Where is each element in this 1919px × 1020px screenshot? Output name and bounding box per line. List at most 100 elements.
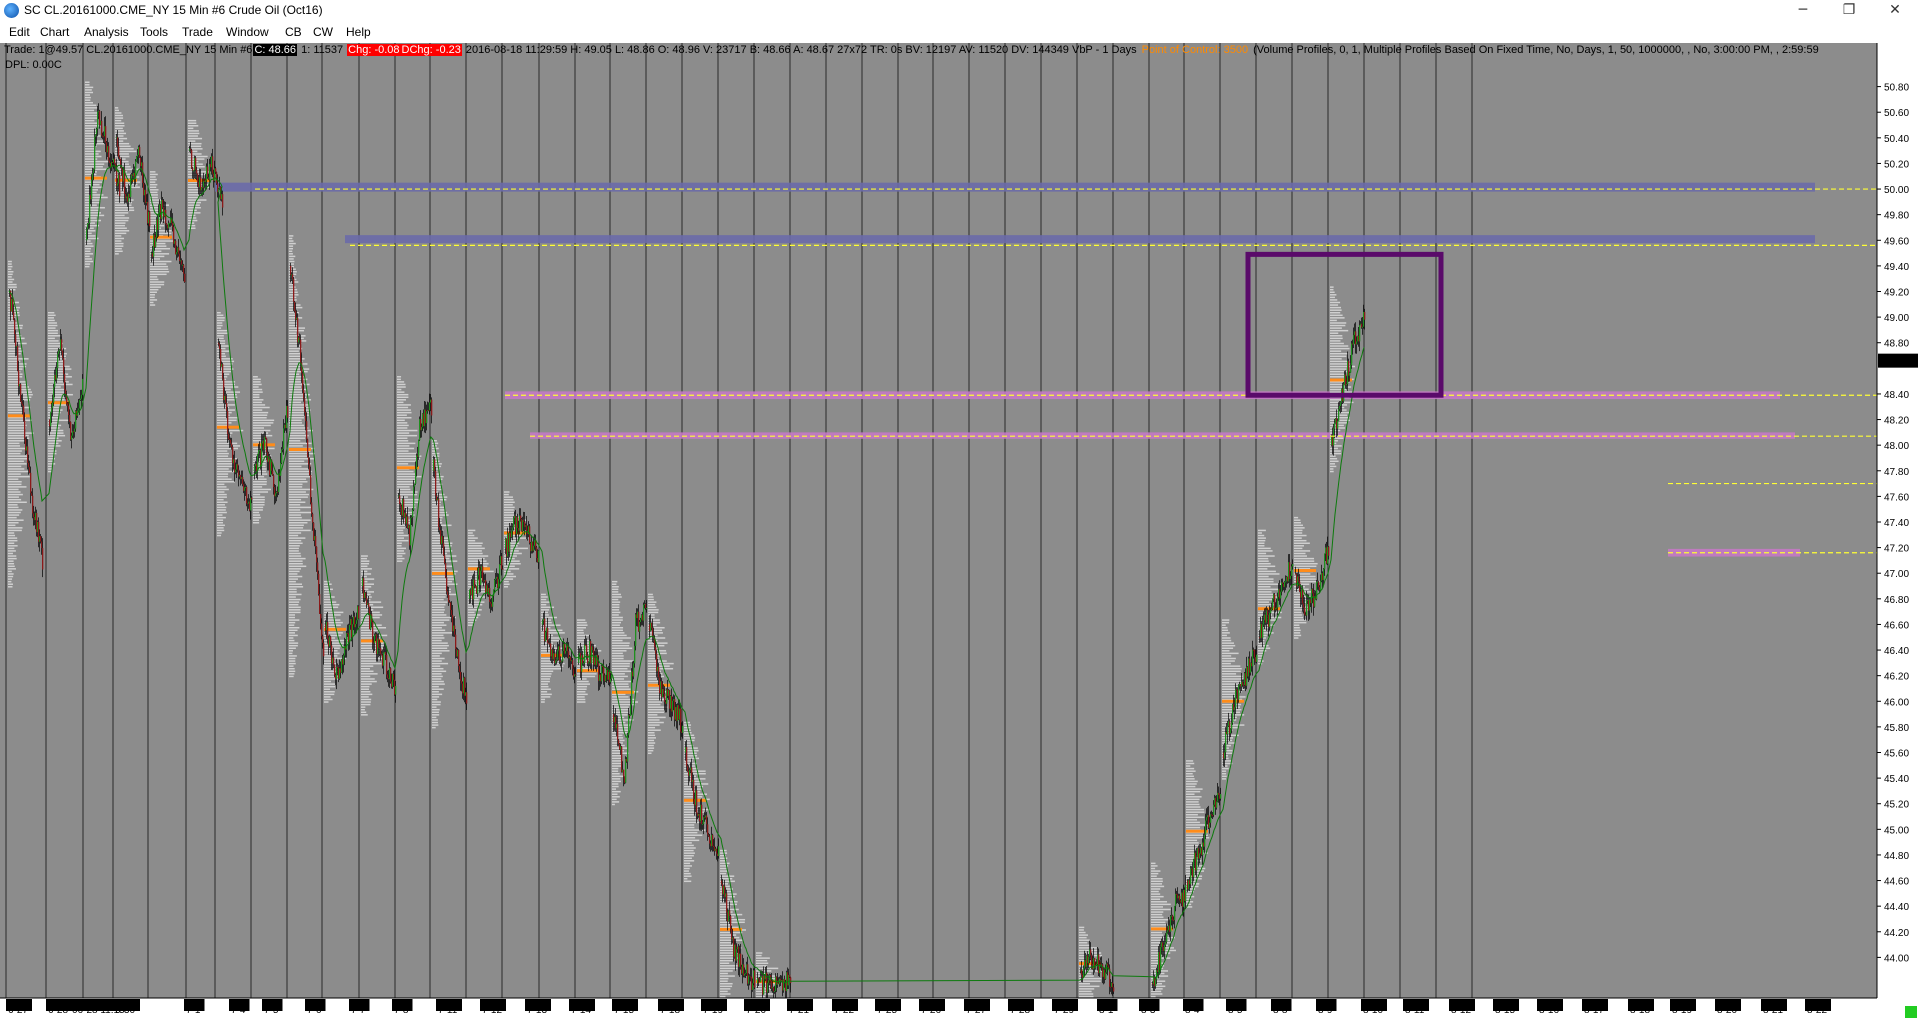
candle-body	[411, 517, 413, 519]
candle-body	[1230, 729, 1232, 734]
volume-profile-bar	[1222, 660, 1235, 662]
volume-profile-bar	[217, 519, 224, 521]
volume-profile-bar	[324, 609, 333, 611]
volume-profile-bar	[289, 473, 312, 475]
candle-body	[696, 790, 698, 814]
volume-profile-bar	[115, 253, 119, 255]
volume-profile-bar	[150, 268, 169, 270]
volume-profile-bar	[217, 317, 225, 319]
price-chart[interactable]: 50.8050.6050.4050.2050.0049.8049.6049.40…	[0, 43, 1919, 1020]
volume-profile-bar	[684, 872, 691, 875]
candle-body	[730, 916, 732, 929]
volume-profile-bar	[468, 547, 485, 550]
menu-cb[interactable]: CB	[285, 25, 302, 39]
candle-body	[316, 546, 318, 563]
candle-body	[273, 475, 275, 488]
candle-body	[701, 804, 703, 825]
volume-profile-bar	[612, 688, 631, 690]
candle-body	[523, 520, 525, 522]
candle-body	[758, 977, 760, 980]
volume-profile-bar	[8, 529, 22, 532]
volume-profile-bar	[612, 778, 621, 780]
candle-body	[429, 402, 431, 411]
volume-profile-bar	[48, 319, 55, 322]
volume-profile-bar	[468, 552, 483, 555]
volume-profile-bar	[8, 501, 27, 504]
menu-trade[interactable]: Trade	[182, 25, 213, 39]
volume-profile-bar	[289, 455, 310, 457]
volume-profile-bar	[1258, 580, 1274, 583]
date-tick-label: 7-6	[307, 1005, 322, 1016]
menu-cw[interactable]: CW	[313, 25, 333, 39]
volume-profile-bar	[48, 460, 53, 463]
volume-profile-bar	[361, 708, 365, 711]
candle-body	[444, 555, 446, 564]
candle-body	[281, 449, 283, 463]
volume-profile-bar	[150, 281, 165, 283]
price-tick-label: 44.80	[1884, 851, 1909, 862]
volume-profile-bar	[253, 411, 269, 414]
volume-profile-bar	[1330, 452, 1342, 455]
volume-profile-bar	[253, 463, 266, 465]
volume-profile-bar	[541, 614, 549, 616]
price-tick-label: 49.00	[1884, 313, 1909, 324]
volume-profile-bar	[432, 647, 448, 649]
volume-profile-bar	[468, 537, 478, 539]
volume-profile-bar	[397, 442, 416, 445]
candle-body	[226, 402, 228, 411]
date-tick-label: 6-30	[115, 1005, 135, 1016]
candle-body	[584, 644, 586, 663]
candle-body	[618, 740, 620, 745]
volume-profile-bar	[253, 491, 269, 493]
volume-profile-bar	[289, 634, 298, 637]
price-tick-label: 46.60	[1884, 620, 1909, 631]
volume-profile-bar	[85, 201, 100, 204]
volume-profile-bar	[8, 473, 21, 475]
volume-profile-bar	[1330, 322, 1347, 324]
volume-profile-bar	[432, 524, 452, 527]
candle-body	[1277, 596, 1279, 608]
volume-profile-bar	[432, 637, 445, 639]
menu-window[interactable]: Window	[226, 25, 269, 39]
volume-profile-bar	[432, 550, 453, 552]
volume-profile-bar	[1258, 568, 1268, 570]
candle-body	[356, 620, 358, 625]
chart-area[interactable]: 50.80 50.60 50.40 50.20 50.00 49.80 49.60 49.40…	[0, 43, 1919, 1020]
volume-profile-bar	[85, 196, 108, 199]
volume-profile-bar	[289, 370, 308, 373]
volume-profile-bar	[48, 365, 70, 368]
candle-body	[327, 622, 329, 639]
volume-profile-bar	[217, 468, 229, 470]
candle-body	[28, 462, 30, 468]
volume-profile-bar	[8, 283, 17, 286]
volume-profile-bar	[432, 557, 450, 560]
candle-body	[61, 339, 63, 351]
volume-profile-bar	[612, 603, 620, 606]
volume-profile-bar	[1258, 555, 1275, 557]
volume-profile-bar	[289, 468, 311, 470]
volume-profile-bar	[217, 381, 236, 383]
minimize-button[interactable]: ─	[1780, 0, 1826, 22]
volume-profile-bar	[684, 783, 709, 785]
volume-profile-bar	[648, 711, 664, 714]
volume-profile-bar	[720, 993, 731, 995]
volume-profile-bar	[85, 130, 98, 132]
menu-analysis[interactable]: Analysis	[84, 25, 129, 39]
restore-button[interactable]: ❐	[1826, 0, 1872, 22]
candle-body	[292, 274, 294, 279]
candle-body	[1185, 884, 1187, 902]
volume-profile-bar	[150, 186, 157, 188]
volume-profile-bar	[85, 181, 103, 183]
candle-body	[302, 373, 304, 391]
menu-tools[interactable]: Tools	[140, 25, 168, 39]
menu-edit[interactable]: Edit	[9, 25, 30, 39]
menu-help[interactable]: Help	[346, 25, 371, 39]
volume-profile-bar	[577, 619, 586, 621]
menu-chart[interactable]: Chart	[40, 25, 69, 39]
candle-body	[623, 769, 625, 777]
volume-profile-bar	[8, 527, 23, 529]
close-button[interactable]: ✕	[1872, 0, 1918, 22]
volume-profile-bar	[48, 329, 58, 332]
volume-profile-bar	[253, 388, 263, 391]
volume-profile-bar	[432, 565, 453, 568]
